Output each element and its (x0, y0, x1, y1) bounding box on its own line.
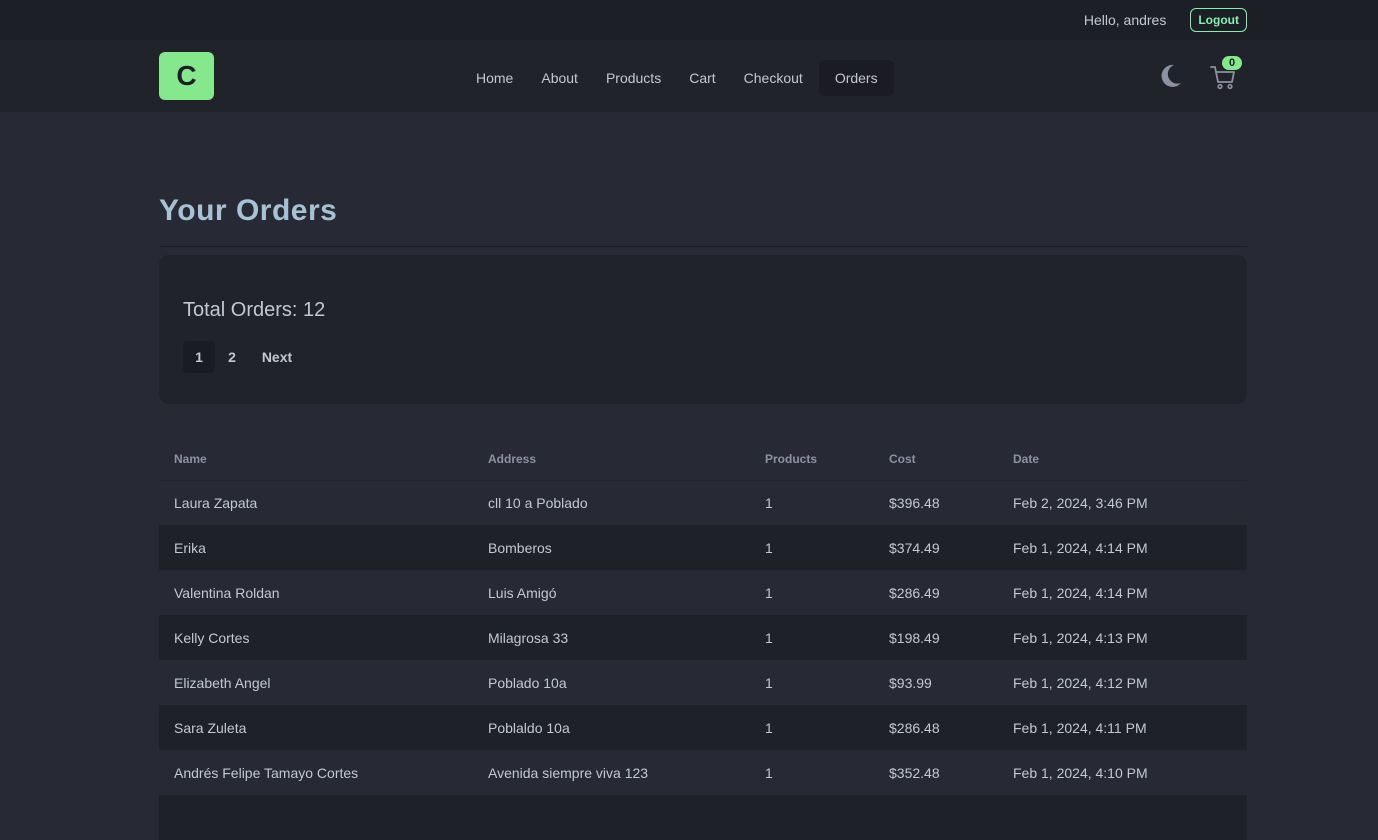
order-address: Poblaldo 10a (488, 719, 570, 736)
nav-links: Home About Products Cart Checkout Orders (464, 60, 894, 96)
table-row[interactable]: Valentina Roldan Luis Amigó 1 $286.49 Fe… (159, 570, 1247, 615)
order-address: Avenida siempre viva 123 (488, 764, 649, 781)
table-row-cutoff (159, 795, 1247, 840)
order-name: Andrés Felipe Tamayo Cortes (174, 764, 359, 781)
order-name: Valentina Roldan (174, 584, 280, 601)
order-cost: $374.49 (889, 539, 940, 556)
next-page-button[interactable]: Next (249, 341, 305, 373)
nav-link-products[interactable]: Products (594, 60, 673, 96)
order-date: Feb 2, 2024, 3:46 PM (1013, 494, 1148, 511)
order-address: Poblado 10a (488, 674, 567, 691)
order-address: Luis Amigó (488, 584, 557, 601)
order-address: Milagrosa 33 (488, 629, 569, 646)
order-address: Bomberos (488, 539, 552, 556)
order-cost: $286.48 (889, 719, 940, 736)
column-header-products: Products (750, 438, 874, 481)
order-products: 1 (765, 539, 773, 556)
orders-summary-card: Total Orders: 12 1 2 Next (159, 255, 1247, 404)
order-cost: $396.48 (889, 494, 940, 511)
order-products: 1 (765, 764, 773, 781)
order-cost: $352.48 (889, 764, 940, 781)
order-cost: $198.49 (889, 629, 940, 646)
nav-link-orders[interactable]: Orders (818, 60, 894, 96)
order-address: cll 10 a Poblado (488, 494, 588, 511)
order-name: Erika (174, 539, 206, 556)
column-header-address: Address (473, 438, 750, 481)
order-date: Feb 1, 2024, 4:12 PM (1013, 674, 1148, 691)
top-bar: Hello, andres Logout (0, 0, 1378, 40)
page-title: Your Orders (159, 194, 1247, 247)
table-row[interactable]: Erika Bomberos 1 $374.49 Feb 1, 2024, 4:… (159, 525, 1247, 570)
order-products: 1 (765, 584, 773, 601)
page-button-1[interactable]: 1 (183, 341, 215, 373)
table-header-row: Name Address Products Cost Date (159, 438, 1247, 481)
order-name: Kelly Cortes (174, 629, 250, 646)
pagination: 1 2 Next (183, 341, 1223, 373)
nav-link-about[interactable]: About (529, 60, 590, 96)
table-row[interactable]: Andrés Felipe Tamayo Cortes Avenida siem… (159, 750, 1247, 795)
column-header-name: Name (159, 438, 473, 481)
main-content: Your Orders Total Orders: 12 1 2 Next Na… (159, 112, 1247, 840)
logo[interactable]: C (159, 52, 214, 100)
logout-button[interactable]: Logout (1190, 8, 1247, 32)
order-name: Sara Zuleta (174, 719, 247, 736)
table-row[interactable]: Sara Zuleta Poblaldo 10a 1 $286.48 Feb 1… (159, 705, 1247, 750)
order-date: Feb 1, 2024, 4:11 PM (1013, 719, 1147, 736)
order-products: 1 (765, 674, 773, 691)
order-date: Feb 1, 2024, 4:14 PM (1013, 539, 1148, 556)
order-name: Laura Zapata (174, 494, 258, 511)
order-date: Feb 1, 2024, 4:14 PM (1013, 584, 1148, 601)
order-date: Feb 1, 2024, 4:10 PM (1013, 764, 1148, 781)
cart-count-badge: 0 (1222, 56, 1243, 70)
total-orders: Total Orders: 12 (183, 299, 326, 321)
table-row[interactable] (159, 795, 1247, 840)
order-products: 1 (765, 494, 773, 511)
table-row[interactable]: Kelly Cortes Milagrosa 33 1 $198.49 Feb … (159, 615, 1247, 660)
order-name: Elizabeth Angel (174, 674, 271, 691)
table-row[interactable]: Elizabeth Angel Poblado 10a 1 $93.99 Feb… (159, 660, 1247, 705)
orders-table: Name Address Products Cost Date Laura Za… (159, 438, 1247, 840)
order-products: 1 (765, 629, 773, 646)
nav-link-cart[interactable]: Cart (677, 60, 727, 96)
order-cost: $93.99 (889, 674, 932, 691)
moon-icon[interactable] (1157, 63, 1183, 89)
column-header-cost: Cost (874, 438, 998, 481)
page-button-2[interactable]: 2 (215, 341, 249, 373)
nav-link-home[interactable]: Home (464, 60, 525, 96)
column-header-date: Date (998, 438, 1247, 481)
order-cost: $286.49 (889, 584, 940, 601)
nav-link-checkout[interactable]: Checkout (732, 60, 815, 96)
user-greeting: Hello, andres (1083, 12, 1167, 28)
order-products: 1 (765, 719, 773, 736)
table-row[interactable]: Laura Zapata cll 10 a Poblado 1 $396.48 … (159, 480, 1247, 525)
order-date: Feb 1, 2024, 4:13 PM (1013, 629, 1148, 646)
